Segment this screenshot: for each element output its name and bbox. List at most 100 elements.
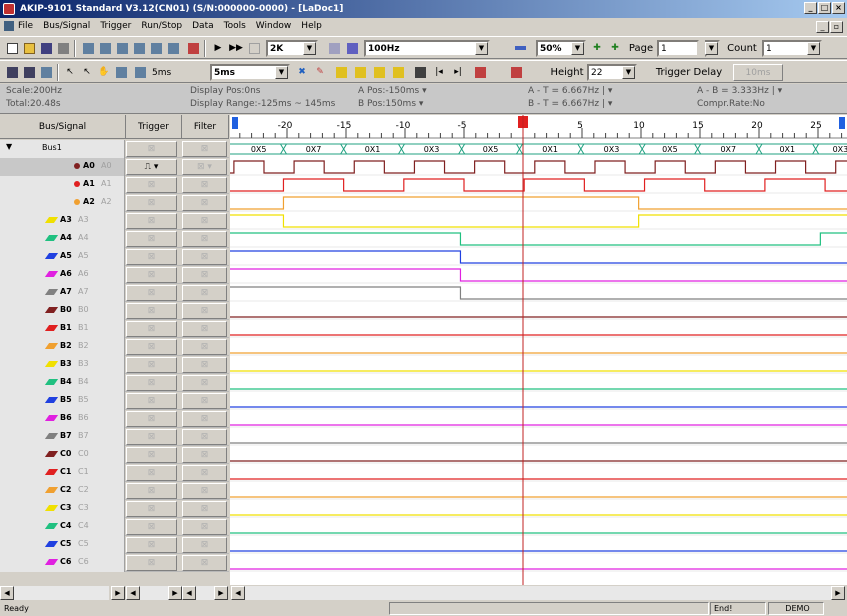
filter-cell[interactable]: ⊠ [182,177,227,193]
protocol-icon[interactable] [333,64,349,80]
signal-remove-icon[interactable] [148,40,164,56]
trigger-cell[interactable]: ⊠ [126,339,177,355]
display-icon[interactable] [4,64,20,80]
signal-row[interactable]: B5 B5 ⊠ ⊠ [0,392,229,410]
filter-cell[interactable]: ⊠ [182,303,227,319]
filter-cell[interactable]: ⊠ [182,411,227,427]
page-dropdown[interactable]: ▼ [705,40,720,57]
expand-triangle-icon[interactable]: ▼ [6,142,12,151]
signal-name-cell[interactable]: A0 A0 [0,158,125,176]
waveform-area[interactable]: -20-15-10-505101520250X50X70X10X30X50X10… [230,115,847,585]
document-icon[interactable] [4,21,14,31]
filter-cell[interactable]: ⊠ [182,195,227,211]
frequency-icon[interactable] [344,40,360,56]
zoom-in-icon[interactable]: ✚ [589,40,605,56]
zoom-icon[interactable] [512,40,528,56]
bus-name-cell[interactable]: ▼ Bus1 [0,140,125,158]
signal-row[interactable]: A2 A2 ⊠ ⊠ [0,194,229,212]
trigger-cell[interactable]: ⊠ [126,321,177,337]
height-combo[interactable]: 22 ▼ [587,64,637,81]
scroll-track-filter[interactable] [196,586,214,600]
properties-icon[interactable] [38,64,54,80]
find-icon[interactable] [412,64,428,80]
trigger-cell[interactable]: ⊠ [126,555,177,571]
hand-icon[interactable]: ✋ [96,64,112,80]
signal-name-cell[interactable]: B6 B6 [0,410,125,428]
height-icon[interactable] [508,64,524,80]
menu-bus-signal[interactable]: Bus/Signal [43,18,90,35]
protocol2-icon[interactable] [352,64,368,80]
trigger-cell[interactable]: ⊠ [126,357,177,373]
signal-name-cell[interactable]: C5 C5 [0,536,125,554]
sample-icon[interactable] [326,40,342,56]
signal-row[interactable]: C2 C2 ⊠ ⊠ [0,482,229,500]
bus-icon[interactable] [80,40,96,56]
signal-row[interactable]: B3 B3 ⊠ ⊠ [0,356,229,374]
bus-row[interactable]: ▼ Bus1 ⊠ ⊠ [0,140,229,158]
scroll-right-icon[interactable]: ▶ [111,586,125,600]
signal-row[interactable]: B6 B6 ⊠ ⊠ [0,410,229,428]
measure-icon[interactable] [113,64,129,80]
trigger-cell[interactable]: ⊠ [126,501,177,517]
trigger-cell[interactable]: ⊠ [126,231,177,247]
menu-trigger[interactable]: Trigger [100,18,131,35]
trigger-cell[interactable]: ⎍ ▾ [126,159,177,175]
trigger-cell[interactable]: ⊠ [126,519,177,535]
filter-cell[interactable]: ⊠ [182,231,227,247]
signal-row[interactable]: A6 A6 ⊠ ⊠ [0,266,229,284]
signal-row[interactable]: C0 C0 ⊠ ⊠ [0,446,229,464]
zoom-out-icon[interactable]: ✚ [607,40,623,56]
new-icon[interactable] [4,40,20,56]
print-icon[interactable] [55,40,71,56]
scroll-left-icon[interactable]: ◀ [126,586,140,600]
scroll-right-icon[interactable]: ▶ [214,586,228,600]
filter-cell[interactable]: ⊠ [182,285,227,301]
filter-cell[interactable]: ⊠ [182,213,227,229]
maximize-button[interactable]: □ [818,2,831,14]
signal-row[interactable]: A3 A3 ⊠ ⊠ [0,212,229,230]
filter-column-header[interactable]: Filter [182,115,229,139]
filter-cell[interactable]: ⊠ [182,339,227,355]
signal-name-cell[interactable]: A2 A2 [0,194,125,212]
mdi-restore-button[interactable]: ▫ [830,21,843,33]
filter-cell[interactable]: ⊠ [182,429,227,445]
filter-cell[interactable]: ⊠ [182,555,227,571]
scroll-track-waveform[interactable] [245,586,831,600]
menu-window[interactable]: Window [256,18,292,35]
scroll-right-icon[interactable]: ▶ [168,586,182,600]
zoom-combo[interactable]: 50% ▼ [536,40,586,57]
signal-name-cell[interactable]: C3 C3 [0,500,125,518]
bus-format-icon[interactable] [132,64,148,80]
trigger-cell[interactable]: ⊠ [126,429,177,445]
trigger-cell[interactable]: ⊠ [126,285,177,301]
filter-cell[interactable]: ⊠ [182,447,227,463]
signal-name-cell[interactable]: B5 B5 [0,392,125,410]
pointer-icon[interactable]: ↖ [62,64,78,80]
trigger-cell[interactable]: ⊠ [126,393,177,409]
scroll-track-trigger[interactable] [140,586,168,600]
menu-file[interactable]: File [18,18,33,35]
b-t-info[interactable]: B - T = 6.667Hz | ▾ [528,99,612,109]
signal-row[interactable]: C3 C3 ⊠ ⊠ [0,500,229,518]
sample-depth-combo[interactable]: 2K ▼ [266,40,318,57]
trigger-cell[interactable]: ⊠ [126,267,177,283]
signal-column-header[interactable]: Bus/Signal [0,115,126,139]
run-icon[interactable]: ▶ [210,40,226,56]
split-icon[interactable] [114,40,130,56]
signal-row[interactable]: C1 C1 ⊠ ⊠ [0,464,229,482]
signal-settings-icon[interactable] [165,40,181,56]
signal-row[interactable]: B2 B2 ⊠ ⊠ [0,338,229,356]
scroll-left-icon[interactable]: ◀ [182,586,196,600]
signal-row[interactable]: A5 A5 ⊠ ⊠ [0,248,229,266]
signal-name-cell[interactable]: A6 A6 [0,266,125,284]
signal-row[interactable]: C5 C5 ⊠ ⊠ [0,536,229,554]
filter-cell[interactable]: ⊠ [182,483,227,499]
trigger-cell[interactable]: ⊠ [126,537,177,553]
signal-name-cell[interactable]: A4 A4 [0,230,125,248]
count-combo[interactable]: 1 ▼ [762,40,822,57]
signal-row[interactable]: A1 A1 ⊠ ⊠ [0,176,229,194]
scroll-track-signal[interactable] [14,586,109,600]
signal-row[interactable]: B0 B0 ⊠ ⊠ [0,302,229,320]
run-continuous-icon[interactable]: ▶▶ [228,40,244,56]
stop-icon[interactable] [246,40,262,56]
